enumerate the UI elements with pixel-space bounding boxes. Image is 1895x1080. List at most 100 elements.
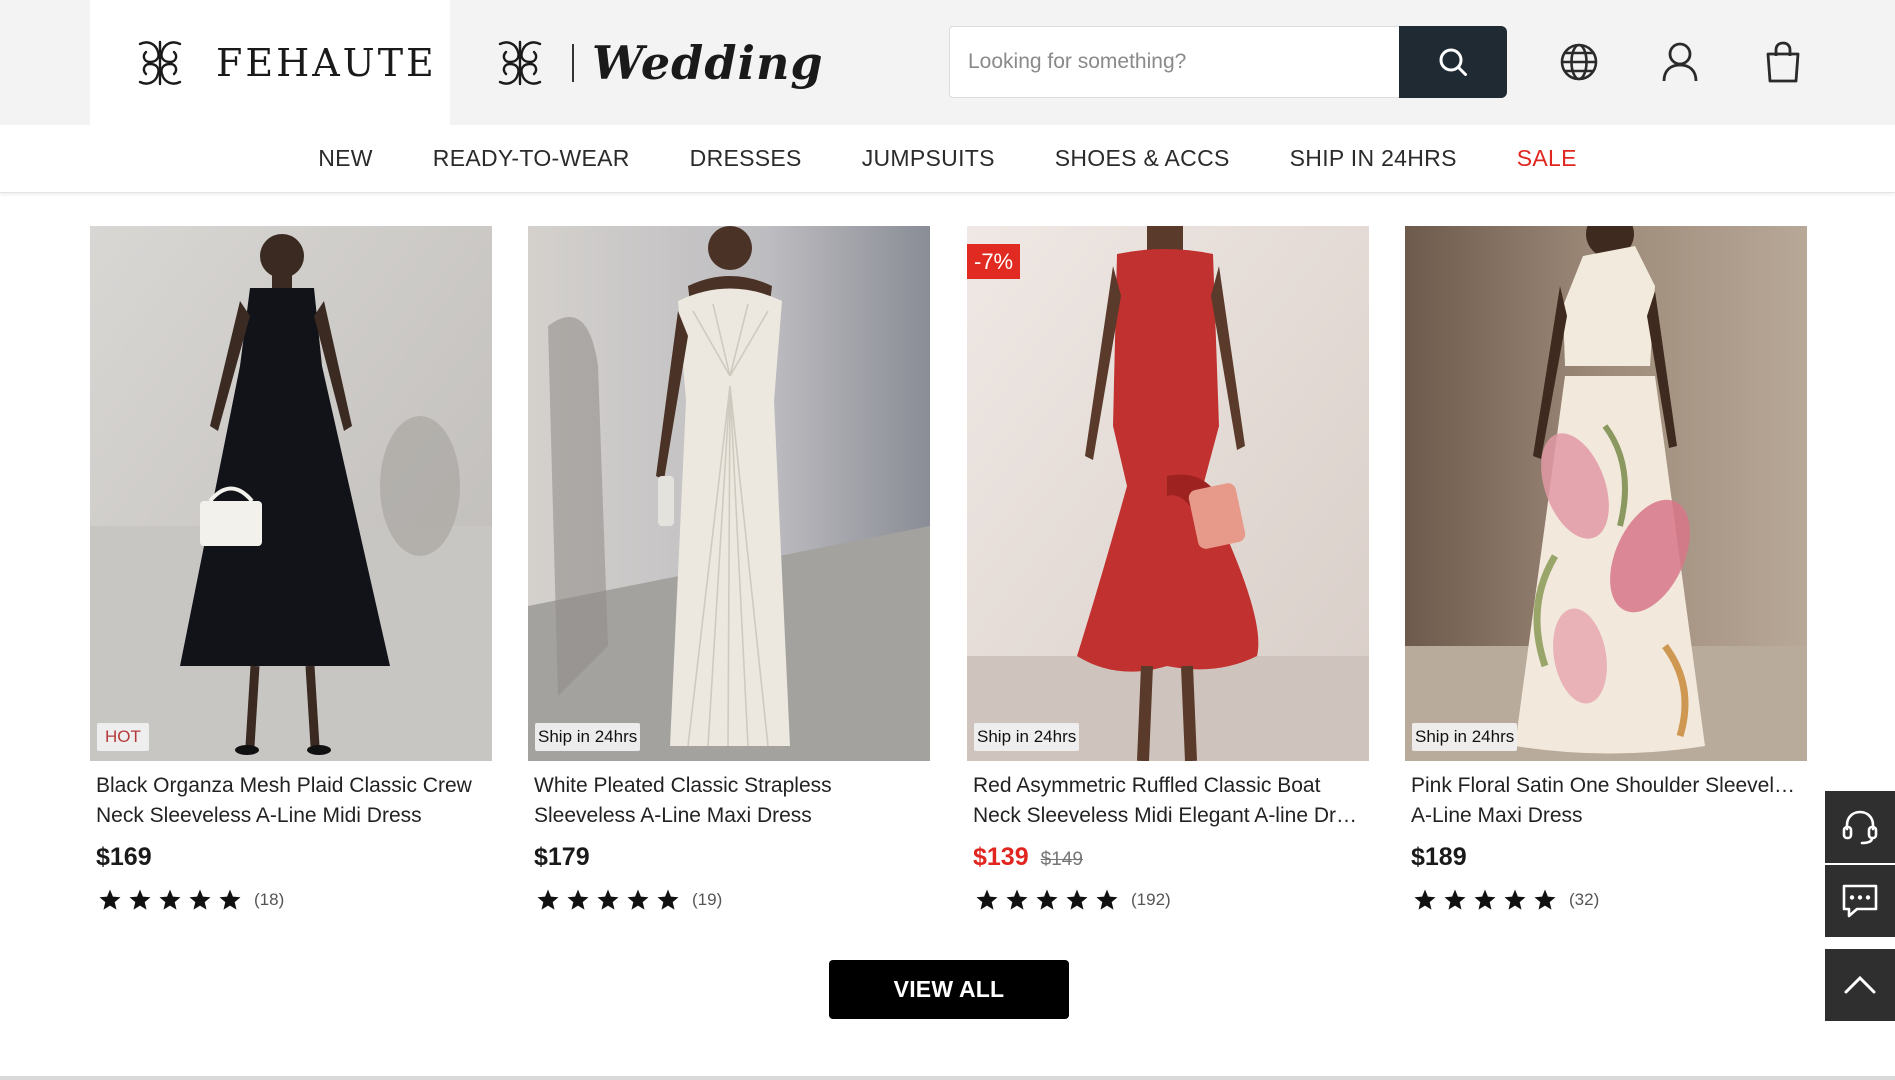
product-title[interactable]: White Pleated Classic Strapless Sleevele…: [534, 771, 924, 831]
product-title-line-1: White Pleated Classic Strapless: [534, 774, 832, 797]
nav-item-sale[interactable]: SALE: [1517, 145, 1577, 172]
star-icon: [99, 889, 121, 910]
fehaute-monogram-icon: [138, 40, 182, 85]
star-icon: [1096, 889, 1118, 910]
star-icon: [1066, 889, 1088, 910]
search-icon: [1439, 48, 1467, 76]
nav-item-jumpsuits[interactable]: JUMPSUITS: [862, 145, 995, 172]
product-photo-white-dress: [528, 226, 930, 761]
star-icon: [129, 889, 151, 910]
wedding-name: Wedding: [592, 35, 824, 90]
product-photo-red-dress: [967, 226, 1369, 761]
rating-stars: [1413, 888, 1563, 912]
product-card[interactable]: Ship in 24hrs Pink Floral Satin One Shou…: [1405, 226, 1807, 912]
product-image[interactable]: -7% Ship in 24hrs: [967, 226, 1369, 761]
rating-row: (19): [536, 888, 924, 912]
product-price: $189: [1411, 843, 1467, 871]
product-price: $139: [973, 843, 1029, 871]
review-count: (192): [1131, 890, 1171, 909]
product-title-line-1: Black Organza Mesh Plaid Classic Crew: [96, 774, 472, 797]
product-photo-floral-dress: [1405, 226, 1807, 761]
star-icon: [219, 889, 241, 910]
nav-item-ready-to-wear[interactable]: READY-TO-WEAR: [433, 145, 630, 172]
product-card[interactable]: -7% Ship in 24hrs Red Asymmetric Ruffled…: [967, 226, 1369, 912]
nav-item-new[interactable]: NEW: [318, 145, 373, 172]
star-icon: [1036, 889, 1058, 910]
ship-24hrs-badge: Ship in 24hrs: [974, 723, 1080, 751]
discount-badge: -7%: [967, 244, 1021, 279]
price-row: $189: [1411, 843, 1801, 872]
nav-item-dresses[interactable]: DRESSES: [690, 145, 802, 172]
product-card[interactable]: HOT Black Organza Mesh Plaid Classic Cre…: [90, 226, 492, 912]
product-title-line-1: Pink Floral Satin One Shoulder Sleeveles…: [1411, 774, 1801, 797]
star-icon: [537, 889, 559, 910]
star-icon: [1504, 889, 1526, 910]
original-price: $149: [1040, 849, 1083, 870]
product-title[interactable]: Black Organza Mesh Plaid Classic Crew Ne…: [96, 771, 486, 831]
ship-24hrs-badge: Ship in 24hrs: [1412, 723, 1518, 751]
nav-item-ship-in-24hrs[interactable]: SHIP IN 24HRS: [1290, 145, 1457, 172]
search-input[interactable]: [949, 26, 1399, 98]
view-all-button[interactable]: VIEW ALL: [829, 960, 1069, 1019]
wedding-monogram-icon: [498, 40, 542, 85]
footer-divider: [0, 1076, 1895, 1080]
star-icon: [1474, 889, 1496, 910]
main-nav: NEW READY-TO-WEAR DRESSES JUMPSUITS SHOE…: [0, 125, 1895, 193]
product-title-line-2: A-Line Maxi Dress: [1411, 804, 1583, 827]
wedding-logo-link[interactable]: Wedding: [490, 0, 824, 125]
brand-name: FEHAUTE: [216, 40, 437, 85]
product-photo-black-dress: [90, 226, 492, 761]
search-button[interactable]: [1399, 26, 1507, 98]
rating-stars: [975, 888, 1125, 912]
star-icon: [1414, 889, 1436, 910]
rating-stars: [98, 888, 248, 912]
product-grid: HOT Black Organza Mesh Plaid Classic Cre…: [90, 226, 1807, 926]
price-row: $169: [96, 843, 486, 872]
star-icon: [1006, 889, 1028, 910]
back-to-top-button[interactable]: [1825, 949, 1895, 1021]
chevron-up-icon: [1844, 975, 1876, 994]
cart-button[interactable]: [1759, 38, 1807, 86]
product-title[interactable]: Pink Floral Satin One Shoulder Sleeveles…: [1411, 771, 1801, 831]
search-bar: [949, 26, 1507, 98]
product-image[interactable]: Ship in 24hrs: [1405, 226, 1807, 761]
account-button[interactable]: [1656, 38, 1704, 86]
product-title-line-1: Red Asymmetric Ruffled Classic Boat: [973, 774, 1321, 797]
product-card[interactable]: Ship in 24hrs White Pleated Classic Stra…: [528, 226, 930, 912]
star-icon: [1444, 889, 1466, 910]
top-header: FEHAUTE Wedding: [0, 0, 1895, 125]
product-price: $179: [534, 843, 590, 871]
rating-row: (32): [1413, 888, 1801, 912]
hot-badge: HOT: [97, 723, 149, 751]
product-image[interactable]: HOT: [90, 226, 492, 761]
rating-row: (18): [98, 888, 486, 912]
star-icon: [976, 889, 998, 910]
price-row: $139 $149: [973, 843, 1363, 872]
star-icon: [597, 889, 619, 910]
product-price: $169: [96, 843, 152, 871]
rating-stars: [536, 888, 686, 912]
star-icon: [189, 889, 211, 910]
review-count: (18): [254, 890, 285, 909]
language-button[interactable]: [1555, 38, 1603, 86]
product-title-line-2: Neck Sleeveless A-Line Midi Dress: [96, 804, 422, 827]
review-count: (19): [692, 890, 723, 909]
chat-button[interactable]: [1825, 865, 1895, 937]
star-icon: [1534, 889, 1556, 910]
price-row: $179: [534, 843, 924, 872]
review-count: (32): [1569, 890, 1600, 909]
nav-item-shoes-accs[interactable]: SHOES & ACCS: [1055, 145, 1230, 172]
star-icon: [657, 889, 679, 910]
product-title[interactable]: Red Asymmetric Ruffled Classic Boat Neck…: [973, 771, 1363, 831]
globe-icon: [1560, 43, 1598, 81]
customer-support-button[interactable]: [1825, 791, 1895, 863]
star-icon: [159, 889, 181, 910]
rating-row: (192): [975, 888, 1363, 912]
star-icon: [567, 889, 589, 910]
user-icon: [1662, 42, 1698, 82]
brand-logo-link[interactable]: FEHAUTE: [90, 0, 450, 125]
product-title-line-2: Neck Sleeveless Midi Elegant A-line Dre.…: [973, 804, 1363, 827]
shopping-bag-icon: [1766, 41, 1800, 83]
star-icon: [627, 889, 649, 910]
product-image[interactable]: Ship in 24hrs: [528, 226, 930, 761]
